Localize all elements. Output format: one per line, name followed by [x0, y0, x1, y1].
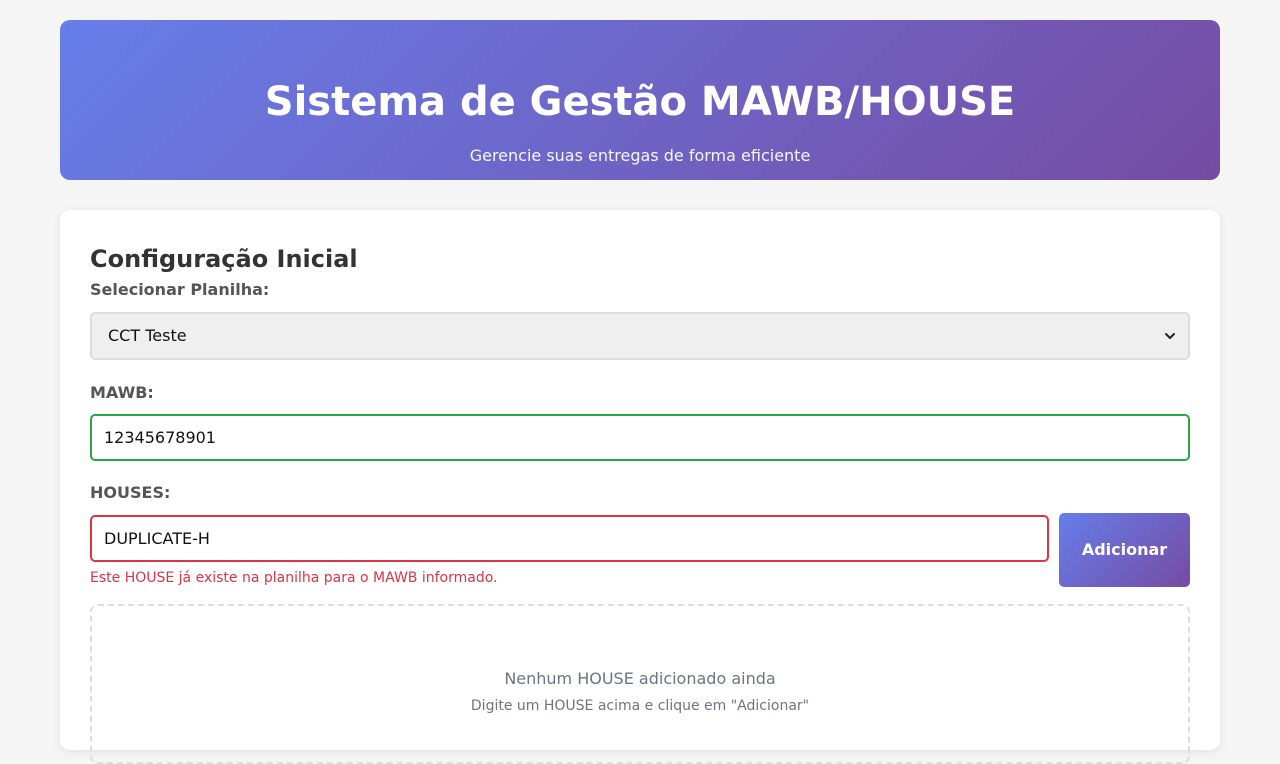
chevron-down-icon	[1165, 333, 1175, 339]
house-error-message: Este HOUSE já existe na planilha para o …	[90, 570, 498, 586]
empty-state-title: Nenhum HOUSE adicionado ainda	[504, 669, 776, 688]
spreadsheet-select[interactable]: CCT Teste	[90, 312, 1190, 360]
mawb-label: MAWB:	[90, 383, 154, 402]
page-title: Sistema de Gestão MAWB/HOUSE	[264, 79, 1016, 125]
add-house-button[interactable]: Adicionar	[1059, 513, 1190, 587]
houses-label: HOUSES:	[90, 483, 171, 502]
spreadsheet-label: Selecionar Planilha:	[90, 280, 270, 299]
page-header: Sistema de Gestão MAWB/HOUSE Gerencie su…	[60, 20, 1220, 180]
page-subtitle: Gerencie suas entregas de forma eficient…	[469, 146, 811, 165]
houses-empty-state: Nenhum HOUSE adicionado ainda Digite um …	[90, 604, 1190, 764]
house-input[interactable]: DUPLICATE-H	[90, 515, 1049, 562]
section-title: Configuração Inicial	[90, 245, 358, 273]
empty-state-hint: Digite um HOUSE acima e clique em "Adici…	[470, 698, 810, 714]
config-card: Configuração Inicial Selecionar Planilha…	[60, 210, 1220, 764]
house-input-value: DUPLICATE-H	[104, 529, 210, 548]
spreadsheet-select-value: CCT Teste	[108, 326, 187, 345]
mawb-input-value: 12345678901	[104, 428, 216, 447]
mawb-input[interactable]: 12345678901	[90, 414, 1190, 461]
